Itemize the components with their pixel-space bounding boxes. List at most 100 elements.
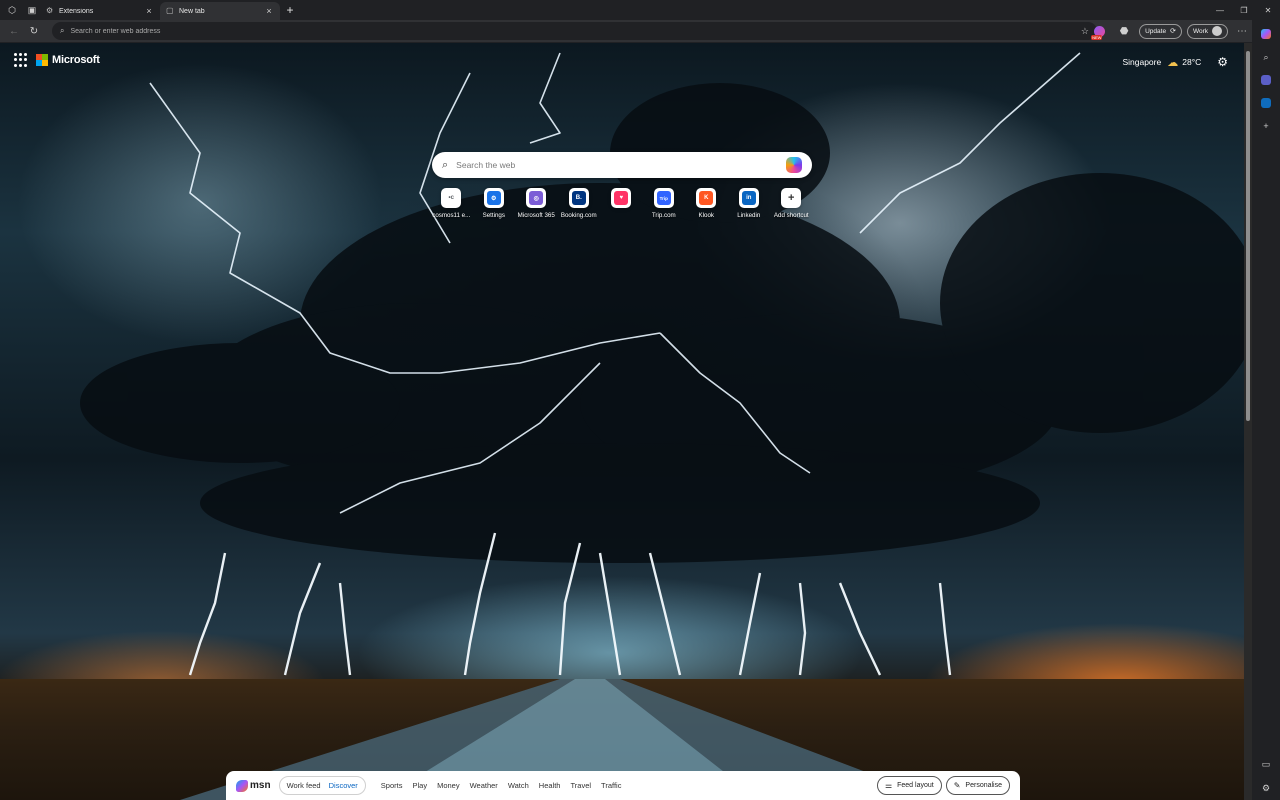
weather-temperature: 28°C (1182, 57, 1202, 67)
sidebar-outlook-icon[interactable] (1257, 94, 1275, 112)
browser-toolbar: ← ↻ ⌕ ☆ NEW ⬣ Update ⟳ Work ⋯ (0, 20, 1280, 42)
quick-link-settings[interactable]: ⚙ Settings (473, 188, 516, 219)
page-settings-gear-icon[interactable]: ⚙ (1217, 55, 1228, 69)
heart-icon: ♥ (614, 191, 629, 205)
msn-butterfly-icon (236, 779, 248, 792)
quick-link-linkedin[interactable]: in Linkedin (728, 188, 771, 219)
tab-strip: ⬡ ▣ ⚙ Extensions × ▢ New tab × + — ❐ ✕ (0, 0, 1280, 20)
feed-mode-toggle: Work feed Discover (278, 776, 366, 795)
update-button[interactable]: Update ⟳ (1139, 23, 1182, 39)
quick-link-microsoft-365[interactable]: ◎ Microsoft 365 (515, 188, 558, 219)
sidebar-office-icon[interactable] (1257, 71, 1275, 89)
feed-mode-discover[interactable]: Discover (325, 778, 362, 793)
quick-link-klook[interactable]: K Klook (685, 188, 728, 219)
nav-money[interactable]: Money (437, 781, 460, 790)
extensions-puzzle-icon[interactable]: ⬣ (1114, 21, 1134, 41)
tab-actions-icon[interactable]: ▣ (24, 2, 40, 18)
nav-watch[interactable]: Watch (508, 781, 529, 790)
msn-logo[interactable]: msn (236, 779, 271, 792)
address-input[interactable] (70, 27, 1081, 35)
quick-link-label: Linkedin (737, 212, 761, 219)
personalise-button[interactable]: ✎ Personalise (945, 776, 1010, 795)
close-tab-icon[interactable]: × (264, 6, 274, 16)
quick-link-label: cosmos11 e... (432, 212, 471, 219)
window-controls: — ❐ ✕ (1208, 6, 1280, 15)
edge-sidebar: ⌕ + ▭ ⚙ (1252, 20, 1280, 800)
tab-extensions[interactable]: ⚙ Extensions × (40, 2, 160, 20)
quick-link-add-shortcut[interactable]: + Add shortcut (770, 188, 813, 219)
extension-new-button[interactable]: NEW (1090, 22, 1108, 40)
microsoft-logo-icon (36, 54, 48, 66)
sidebar-hide-icon[interactable]: ▭ (1257, 755, 1275, 773)
quick-link-tile: + (781, 188, 802, 208)
feed-mode-work[interactable]: Work feed (283, 778, 325, 793)
cosmos-site-icon: •c (444, 191, 459, 205)
quick-link-tile: •c (441, 188, 462, 208)
nav-travel[interactable]: Travel (570, 781, 591, 790)
quick-link-heart[interactable]: ♥ (600, 188, 643, 219)
web-search-box[interactable]: ⌕ (432, 152, 812, 178)
ntp-header: Microsoft (14, 53, 100, 67)
quick-link-label: Booking.com (560, 212, 597, 219)
quick-link-tile: in (738, 188, 759, 208)
new-badge: NEW (1091, 35, 1103, 40)
workspaces-icon[interactable]: ⬡ (4, 2, 20, 18)
quick-link-label: Trip.com (651, 212, 676, 219)
address-bar[interactable]: ⌕ ☆ (52, 22, 1097, 40)
extensions-tab-icon: ⚙ (46, 6, 54, 15)
back-icon[interactable]: ← (4, 21, 24, 41)
sidebar-search-icon[interactable]: ⌕ (1257, 48, 1275, 66)
msn-actions: ⚌ Feed layout ✎ Personalise (873, 776, 1010, 795)
app-launcher-icon[interactable] (14, 53, 28, 67)
close-tab-icon[interactable]: × (144, 6, 154, 16)
minimize-icon[interactable]: — (1208, 6, 1232, 15)
scrollbar-thumb[interactable] (1246, 51, 1250, 421)
quick-link-label: Microsoft 365 (517, 212, 555, 219)
nav-play[interactable]: Play (412, 781, 427, 790)
nav-health[interactable]: Health (539, 781, 561, 790)
tab-title: Extensions (59, 7, 94, 15)
trip-icon: Trip (656, 191, 671, 205)
tab-new-tab[interactable]: ▢ New tab × (160, 2, 280, 20)
new-tab-button[interactable]: + (282, 2, 298, 18)
nav-traffic[interactable]: Traffic (601, 781, 621, 790)
quick-link-trip[interactable]: Trip Trip.com (643, 188, 686, 219)
quick-link-tile: B. (568, 188, 589, 208)
quick-link-label: Add shortcut (773, 212, 809, 219)
sidebar-settings-icon[interactable]: ⚙ (1257, 779, 1275, 797)
more-options-icon[interactable]: ⋯ (1232, 21, 1252, 41)
restore-icon[interactable]: ❐ (1232, 6, 1256, 15)
plus-icon: + (788, 192, 795, 204)
quick-link-booking[interactable]: B. Booking.com (558, 188, 601, 219)
sidebar-add-icon[interactable]: + (1257, 117, 1275, 135)
search-icon: ⌕ (442, 158, 449, 171)
avatar (1212, 26, 1222, 36)
nav-weather[interactable]: Weather (470, 781, 498, 790)
quick-link-tile: ⚙ (483, 188, 504, 208)
search-icon: ⌕ (60, 26, 65, 35)
weather-widget[interactable]: Singapore ☁ 28°C ⚙ (1122, 55, 1228, 69)
microsoft-365-icon: ◎ (529, 191, 544, 205)
quick-link-tile: ◎ (526, 188, 547, 208)
feed-layout-button[interactable]: ⚌ Feed layout (876, 776, 942, 795)
weather-location: Singapore (1122, 57, 1162, 67)
nav-sports[interactable]: Sports (381, 781, 403, 790)
quick-links: •c cosmos11 e... ⚙ Settings ◎ Microsoft … (430, 188, 813, 219)
partly-cloudy-icon: ☁ (1167, 56, 1179, 69)
copilot-icon[interactable] (786, 157, 802, 173)
profile-button[interactable]: Work (1186, 23, 1228, 39)
page-scrollbar[interactable] (1244, 43, 1252, 800)
page-tab-icon: ▢ (166, 6, 174, 15)
refresh-icon[interactable]: ↻ (24, 21, 44, 41)
close-window-icon[interactable]: ✕ (1256, 6, 1280, 15)
quick-link-cosmos[interactable]: •c cosmos11 e... (430, 188, 473, 219)
klook-icon: K (699, 191, 714, 205)
sidebar-copilot-icon[interactable] (1257, 25, 1275, 43)
update-label: Update (1145, 27, 1167, 35)
feed-layout-label: Feed layout (897, 782, 934, 789)
favorite-star-icon[interactable]: ☆ (1081, 26, 1089, 37)
sliders-icon: ⚌ (884, 781, 893, 790)
quick-link-tile: K (696, 188, 717, 208)
booking-icon: B. (571, 191, 586, 205)
web-search-input[interactable] (456, 160, 786, 170)
